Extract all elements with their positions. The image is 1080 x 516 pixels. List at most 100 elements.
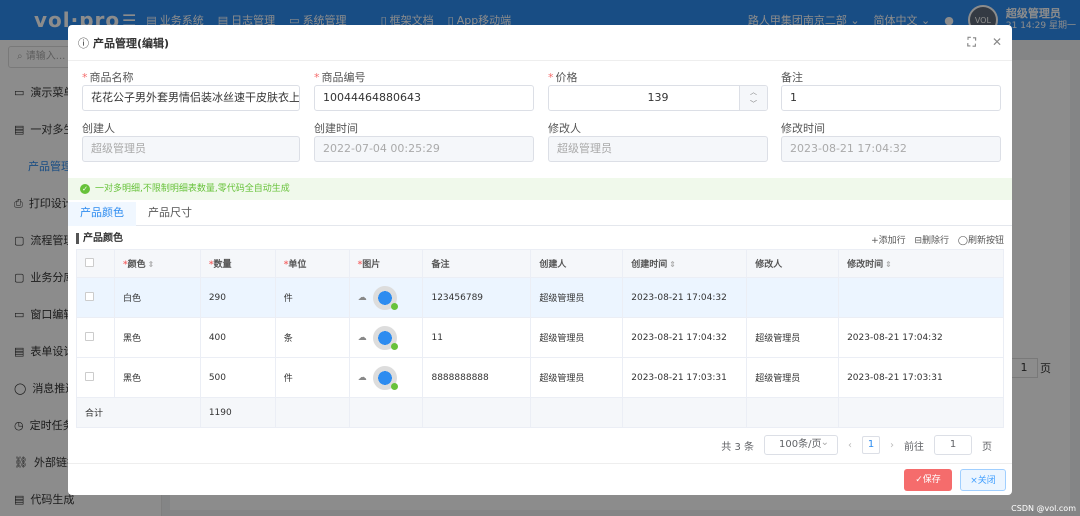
cell-qty[interactable]: 400	[199, 317, 276, 358]
dialog-header: ⓘ 产品管理(编辑) ⛶ ✕	[68, 25, 1012, 61]
page-size-select[interactable]: 100条/页	[764, 434, 838, 455]
price-stepper[interactable]: ︿ ﹀	[739, 86, 767, 110]
cell-remark[interactable]: 11	[422, 317, 532, 358]
cell-modified: 2023-08-21 17:04:32	[838, 317, 1004, 358]
col-label: 颜色	[127, 260, 146, 270]
row-select[interactable]	[76, 357, 115, 398]
field-label: 创建时间	[314, 122, 358, 135]
cell-modifier	[746, 277, 840, 318]
cell-modified: 2023-08-21 17:03:31	[838, 357, 1004, 398]
tab-color[interactable]: 产品颜色	[68, 202, 136, 226]
col-creator: 创建人	[530, 249, 624, 278]
refresh-button[interactable]: ◯刷新按钮	[958, 236, 1004, 246]
product-code-input[interactable]: 10044464880643	[314, 85, 534, 111]
remark-input[interactable]: 1	[781, 85, 1001, 111]
sum-empty	[422, 397, 532, 428]
cell-color[interactable]: 黑色	[113, 357, 201, 398]
modifier-input: 超级管理员	[548, 136, 768, 162]
table-row[interactable]: 黑色 500 件 ☁ 8888888888 超级管理员 2023-08-21 1…	[76, 357, 1004, 398]
row-checkbox[interactable]	[85, 291, 94, 301]
cell-created: 2023-08-21 17:04:32	[622, 277, 748, 318]
detail-tabs: 产品颜色 产品尺寸	[68, 202, 1012, 226]
add-row-button[interactable]: +添加行	[871, 236, 906, 246]
row-checkbox[interactable]	[85, 331, 94, 341]
cell-creator: 超级管理员	[530, 317, 624, 358]
product-thumbnail[interactable]	[372, 365, 398, 390]
col-label: 图片	[362, 260, 381, 270]
sort-icon[interactable]: ⇕	[885, 260, 892, 269]
total-count: 共 3 条	[721, 441, 754, 453]
cell-image[interactable]: ☁	[348, 277, 424, 318]
detail-table: *颜色 ⇕ *数量 *单位 *图片 备注 创建人 创建时间 ⇕ 修改人 修改时间 ⇕ …	[76, 249, 1004, 428]
pagination: 共 3 条 100条/页 ‹ 1 › 前往 1 页	[711, 434, 992, 455]
tip-text: 一对多明细,不限制明细表数量,零代码全自动生成	[95, 184, 290, 194]
cell-image[interactable]: ☁	[348, 317, 424, 358]
creator-input: 超级管理员	[82, 136, 300, 162]
table-toolbar: +添加行 ⊟删除行 ◯刷新按钮	[865, 233, 1004, 246]
cell-qty[interactable]: 290	[199, 277, 276, 318]
goto-suffix: 页	[982, 441, 992, 453]
table-row[interactable]: 白色 290 件 ☁ 123456789 超级管理员 2023-08-21 17…	[76, 277, 1004, 318]
col-modifier: 修改人	[746, 249, 840, 278]
cell-image[interactable]: ☁	[348, 357, 424, 398]
product-thumbnail[interactable]	[372, 285, 398, 310]
cell-remark[interactable]: 123456789	[422, 277, 532, 318]
upload-cloud-icon[interactable]: ☁	[358, 373, 367, 383]
cell-creator: 超级管理员	[530, 277, 624, 318]
status-dot	[390, 342, 398, 350]
sum-empty	[530, 397, 624, 428]
select-all-cell[interactable]	[76, 249, 115, 278]
field-remark: 备注 1	[781, 69, 1001, 111]
field-label: 创建人	[82, 122, 115, 135]
sort-icon[interactable]: ⇕	[148, 260, 155, 269]
save-button[interactable]: ✓保存	[904, 469, 952, 491]
col-modified[interactable]: 修改时间 ⇕	[838, 249, 1004, 278]
field-create-time: 创建时间 2022-07-04 00:25:29	[314, 120, 534, 162]
product-thumbnail[interactable]	[372, 325, 398, 350]
page-number[interactable]: 1	[862, 436, 880, 454]
price-input[interactable]: 139 ︿ ﹀	[548, 85, 768, 111]
row-checkbox[interactable]	[85, 371, 94, 381]
cell-color[interactable]: 黑色	[113, 317, 201, 358]
cell-color[interactable]: 白色	[113, 277, 201, 318]
chevron-up-icon[interactable]: ︿	[740, 86, 767, 98]
cell-unit[interactable]: 件	[274, 277, 350, 318]
required-mark: *	[82, 71, 88, 84]
table-row[interactable]: 黑色 400 条 ☁ 11 超级管理员 2023-08-21 17:04:32 …	[76, 317, 1004, 358]
close-icon[interactable]: ✕	[992, 35, 1002, 49]
summary-row: 合计 1190	[76, 397, 1004, 428]
field-label: * 商品编号	[314, 69, 534, 85]
upload-cloud-icon[interactable]: ☁	[358, 333, 367, 343]
dialog-title: 产品管理(编辑)	[93, 36, 170, 50]
goto-input[interactable]: 1	[934, 435, 972, 455]
fullscreen-icon[interactable]: ⛶	[968, 35, 976, 49]
sum-label: 合计	[76, 397, 201, 428]
field-price: * 价格 139 ︿ ﹀	[548, 69, 768, 111]
prev-page-icon[interactable]: ‹	[848, 440, 852, 451]
tab-size[interactable]: 产品尺寸	[138, 202, 202, 226]
product-name-input[interactable]: 花花公子男外套男情侣装冰丝速干皮肤衣上衣	[82, 85, 300, 111]
field-label: 备注	[781, 71, 803, 84]
close-button[interactable]: ×关闭	[960, 469, 1006, 491]
select-all-checkbox[interactable]	[85, 257, 94, 267]
goto-label: 前往	[904, 441, 924, 453]
delete-row-button[interactable]: ⊟删除行	[915, 236, 950, 246]
cell-unit[interactable]: 件	[274, 357, 350, 398]
next-page-icon[interactable]: ›	[890, 440, 894, 451]
row-select[interactable]	[76, 317, 115, 358]
create-time-input: 2022-07-04 00:25:29	[314, 136, 534, 162]
col-created[interactable]: 创建时间 ⇕	[622, 249, 748, 278]
table-header-row: *颜色 ⇕ *数量 *单位 *图片 备注 创建人 创建时间 ⇕ 修改人 修改时间 ⇕	[76, 249, 1004, 278]
field-label: * 价格	[548, 69, 768, 85]
field-product-name: * 商品名称 花花公子男外套男情侣装冰丝速干皮肤衣上衣	[82, 69, 300, 111]
check-circle-icon: ✓	[80, 184, 90, 194]
col-color[interactable]: *颜色 ⇕	[113, 249, 201, 278]
upload-cloud-icon[interactable]: ☁	[358, 293, 367, 303]
field-label-text: 价格	[555, 71, 578, 84]
cell-unit[interactable]: 条	[274, 317, 350, 358]
cell-qty[interactable]: 500	[199, 357, 276, 398]
row-select[interactable]	[76, 277, 115, 318]
sort-icon[interactable]: ⇕	[669, 260, 676, 269]
chevron-down-icon[interactable]: ﹀	[740, 98, 767, 110]
cell-remark[interactable]: 8888888888	[422, 357, 532, 398]
